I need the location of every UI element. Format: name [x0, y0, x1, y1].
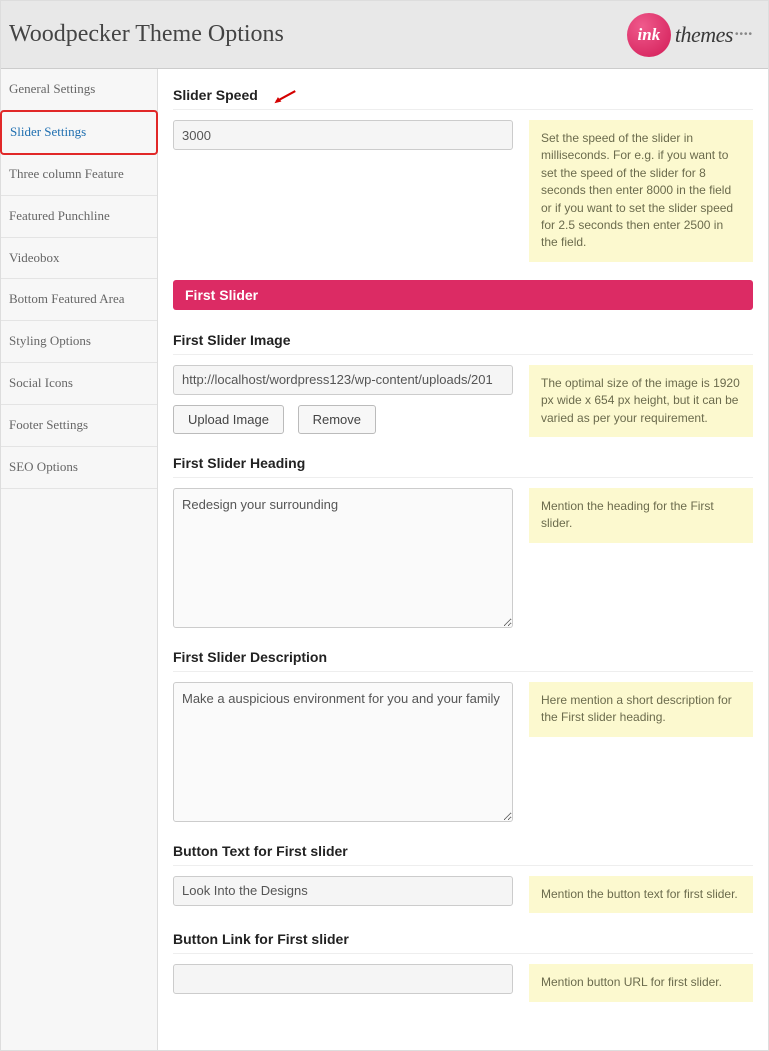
sidebar-item-featured-punchline[interactable]: Featured Punchline	[1, 196, 157, 238]
sidebar-item-styling-options[interactable]: Styling Options	[1, 321, 157, 363]
logo-icon: ink	[627, 13, 671, 57]
sidebar-item-social-icons[interactable]: Social Icons	[1, 363, 157, 405]
logo-ink-text: ink	[638, 25, 661, 45]
first-slider-description-help: Here mention a short description for the…	[529, 682, 753, 737]
section-title-first-slider-heading: First Slider Heading	[173, 455, 753, 478]
first-slider-heading-textarea[interactable]: Redesign your surrounding	[173, 488, 513, 628]
button-link-input[interactable]	[173, 964, 513, 994]
arrow-icon	[271, 89, 297, 110]
header: Woodpecker Theme Options ink themes ••••	[1, 1, 768, 69]
section-title-button-text: Button Text for First slider	[173, 843, 753, 866]
logo-dots: ••••	[735, 29, 753, 40]
slider-speed-label: Slider Speed	[173, 87, 258, 103]
sidebar-item-bottom-featured-area[interactable]: Bottom Featured Area	[1, 279, 157, 321]
sidebar-item-seo-options[interactable]: SEO Options	[1, 447, 157, 489]
sidebar-item-general-settings[interactable]: General Settings	[1, 69, 157, 111]
first-slider-image-input[interactable]	[173, 365, 513, 395]
slider-speed-help: Set the speed of the slider in milliseco…	[529, 120, 753, 262]
sidebar-item-footer-settings[interactable]: Footer Settings	[1, 405, 157, 447]
button-text-input[interactable]	[173, 876, 513, 906]
main-content: Slider Speed Set the speed of the slider…	[158, 69, 768, 1050]
section-title-first-slider-description: First Slider Description	[173, 649, 753, 672]
slider-speed-input[interactable]	[173, 120, 513, 150]
first-slider-description-textarea[interactable]: Make a auspicious environment for you an…	[173, 682, 513, 822]
logo-themes-text: themes	[675, 22, 733, 48]
page-title: Woodpecker Theme Options	[9, 21, 284, 48]
section-title-slider-speed: Slider Speed	[173, 87, 753, 110]
first-slider-heading-help: Mention the heading for the First slider…	[529, 488, 753, 543]
section-title-first-slider-image: First Slider Image	[173, 332, 753, 355]
button-link-help: Mention button URL for first slider.	[529, 964, 753, 1001]
sidebar: General Settings Slider Settings Three c…	[1, 69, 158, 1050]
button-text-help: Mention the button text for first slider…	[529, 876, 753, 913]
remove-image-button[interactable]: Remove	[298, 405, 376, 434]
logo: ink themes ••••	[627, 13, 753, 57]
sidebar-item-three-column-feature[interactable]: Three column Feature	[1, 154, 157, 196]
sidebar-item-videobox[interactable]: Videobox	[1, 238, 157, 280]
sidebar-item-slider-settings[interactable]: Slider Settings	[0, 110, 158, 155]
first-slider-banner: First Slider	[173, 280, 753, 310]
upload-image-button[interactable]: Upload Image	[173, 405, 284, 434]
first-slider-image-help: The optimal size of the image is 1920 px…	[529, 365, 753, 437]
section-title-button-link: Button Link for First slider	[173, 931, 753, 954]
